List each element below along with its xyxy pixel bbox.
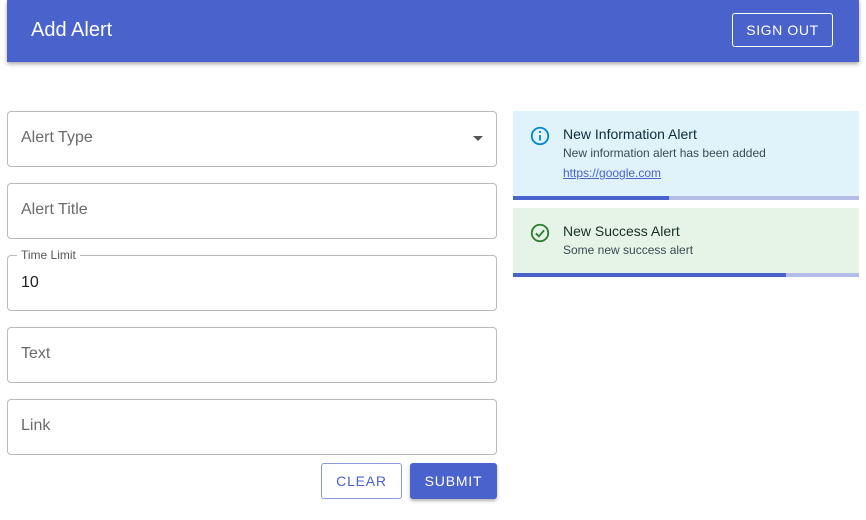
link-placeholder: Link [21,417,51,434]
alert-progress-bar [513,273,787,277]
alert-title: New Success Alert [563,223,680,239]
info-alert: New Information Alert New information al… [513,111,859,200]
alert-link[interactable]: https://google.com [563,166,661,180]
page-title: Add Alert [31,19,113,41]
check-circle-icon [530,223,550,243]
link-input[interactable]: Link [7,399,497,455]
time-limit-input[interactable]: Time Limit 10 [7,248,497,311]
dropdown-caret-icon[interactable] [473,136,483,141]
alert-progress-bar [513,196,669,200]
alert-progress-track [513,196,859,200]
text-placeholder: Text [21,345,51,362]
alert-title: New Information Alert [563,126,697,142]
time-limit-label: Time Limit [17,248,80,262]
sign-out-button[interactable]: SIGN OUT [732,13,833,47]
alert-type-placeholder: Alert Type [21,129,93,146]
time-limit-value[interactable]: 10 [21,274,39,292]
submit-button[interactable]: SUBMIT [410,463,497,499]
alert-progress-track [513,273,859,277]
alert-title-input[interactable]: Alert Title [7,183,497,239]
alert-title-placeholder: Alert Title [21,201,88,218]
text-input[interactable]: Text [7,327,497,383]
alert-message: New information alert has been added [563,146,766,160]
alert-type-select[interactable]: Alert Type [7,111,497,167]
info-icon [530,126,550,146]
alert-message: Some new success alert [563,243,694,257]
success-alert: New Success Alert Some new success alert [513,208,859,277]
clear-button[interactable]: CLEAR [321,463,402,499]
app-bar: Add Alert SIGN OUT [7,0,859,62]
